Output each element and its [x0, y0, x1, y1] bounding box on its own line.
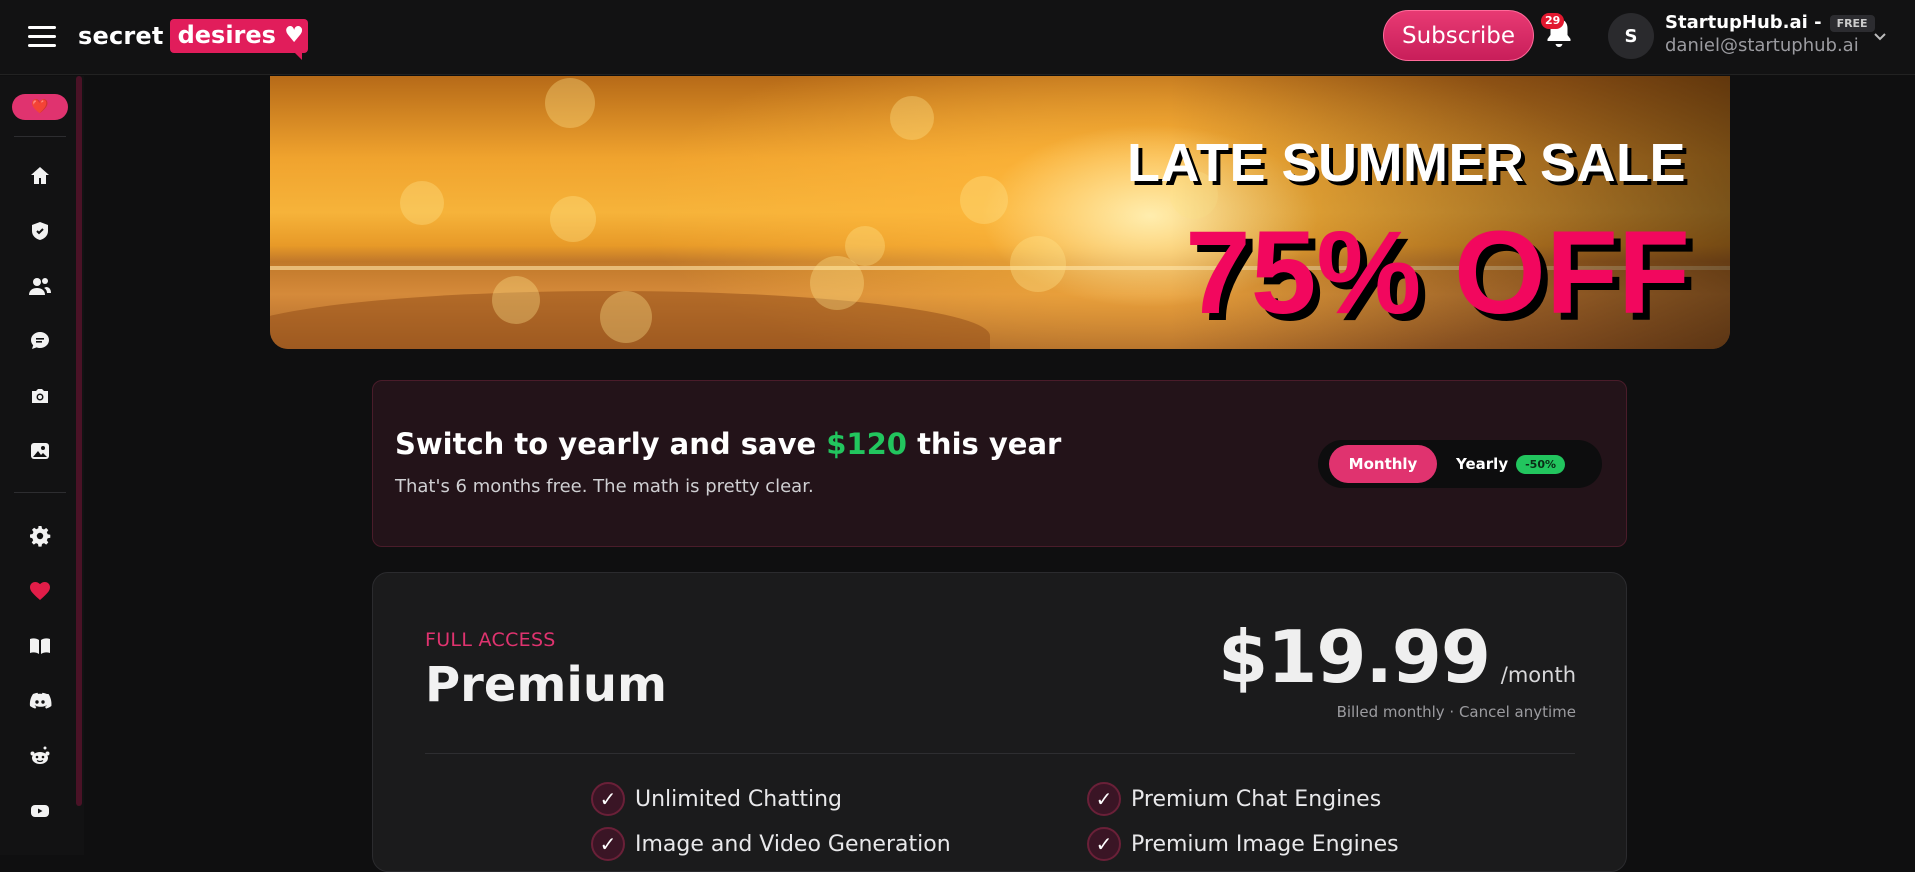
- yearly-option[interactable]: Yearly -50%: [1456, 445, 1566, 483]
- check-icon: ✓: [1087, 827, 1121, 861]
- logo-word-secret: secret: [78, 22, 164, 50]
- user-email: daniel@startuphub.ai: [1665, 35, 1859, 56]
- top-bar: secret desires ♥ Subscribe 29 S StartupH…: [0, 0, 1915, 75]
- feature-item: ✓ Premium Chat Engines: [1087, 782, 1381, 816]
- plan-period: /month: [1500, 663, 1576, 687]
- plan-name: Premium: [425, 657, 668, 713]
- billing-switch-card: Switch to yearly and save $120 this year…: [372, 380, 1627, 547]
- reddit-icon[interactable]: [22, 738, 58, 774]
- check-icon: ✓: [591, 827, 625, 861]
- billing-period-toggle[interactable]: Monthly Yearly -50%: [1318, 440, 1602, 488]
- chat-icon[interactable]: [22, 323, 58, 359]
- monthly-option[interactable]: Monthly: [1329, 445, 1437, 483]
- plan-price: $19.99: [1218, 615, 1491, 699]
- gallery-icon[interactable]: [22, 433, 58, 469]
- sale-banner[interactable]: LATE SUMMER SALE 75% OFF: [270, 76, 1730, 349]
- plan-badge: FREE: [1829, 14, 1875, 32]
- youtube-icon[interactable]: [22, 793, 58, 829]
- billing-title: Switch to yearly and save $120 this year: [395, 427, 1062, 461]
- sidebar-heart-pill[interactable]: ❤️: [12, 94, 68, 120]
- users-icon[interactable]: [22, 268, 58, 304]
- discord-icon[interactable]: [22, 683, 58, 719]
- notification-badge: 29: [1541, 13, 1565, 29]
- sidebar-divider: [14, 136, 66, 137]
- banner-title: LATE SUMMER SALE: [1127, 133, 1686, 193]
- feature-item: ✓ Image and Video Generation: [591, 827, 951, 861]
- heart-badge-icon[interactable]: [22, 213, 58, 249]
- logo[interactable]: secret desires ♥: [78, 16, 308, 60]
- book-icon[interactable]: [22, 628, 58, 664]
- banner-discount: 75% OFF: [1185, 207, 1690, 339]
- logo-heart-icon: ♥: [284, 23, 304, 48]
- subscribe-button[interactable]: Subscribe: [1383, 10, 1534, 61]
- yearly-discount-badge: -50%: [1516, 454, 1566, 474]
- sidebar-divider: [14, 492, 66, 493]
- premium-plan-card: FULL ACCESS Premium $19.99 /month Billed…: [372, 572, 1627, 872]
- feature-item: ✓ Unlimited Chatting: [591, 782, 842, 816]
- plan-billing-note: Billed monthly · Cancel anytime: [1336, 703, 1576, 721]
- logo-word-desires: desires ♥: [169, 19, 308, 60]
- user-name: StartupHub.ai - FREE: [1665, 12, 1875, 33]
- heart-icon[interactable]: [22, 573, 58, 609]
- chevron-down-icon[interactable]: [1870, 26, 1890, 46]
- gear-icon[interactable]: [22, 518, 58, 554]
- plan-kicker: FULL ACCESS: [425, 629, 556, 651]
- savings-amount: $120: [826, 427, 907, 461]
- sidebar: ❤️: [0, 76, 84, 855]
- check-icon: ✓: [591, 782, 625, 816]
- camera-icon[interactable]: [22, 378, 58, 414]
- billing-subtitle: That's 6 months free. The math is pretty…: [395, 476, 814, 497]
- home-icon[interactable]: [22, 158, 58, 194]
- check-icon: ✓: [1087, 782, 1121, 816]
- sidebar-scrollbar[interactable]: [76, 76, 82, 806]
- plan-divider: [425, 753, 1575, 754]
- feature-item: ✓ Premium Image Engines: [1087, 827, 1399, 861]
- menu-icon[interactable]: [28, 26, 56, 48]
- avatar[interactable]: S: [1608, 13, 1654, 59]
